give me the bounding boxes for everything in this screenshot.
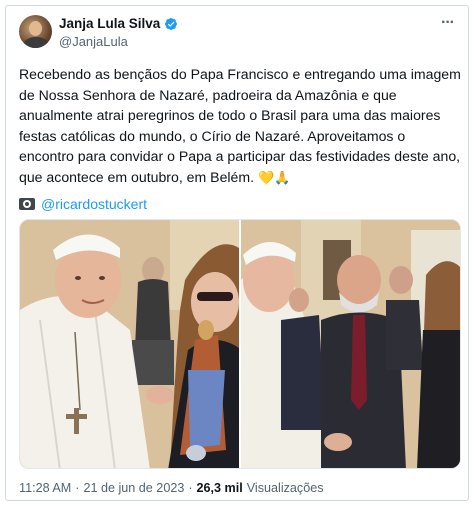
photo-1-illustration bbox=[20, 220, 239, 468]
footer-separator-1: · bbox=[75, 481, 80, 495]
author-display-name[interactable]: Janja Lula Silva bbox=[59, 16, 160, 31]
tweet-emojis: 💛🙏 bbox=[257, 169, 291, 185]
author-handle[interactable]: @JanjaLula bbox=[59, 34, 128, 49]
views-label: Visualizações bbox=[246, 481, 324, 495]
photo-credit: @ricardostuckert bbox=[19, 196, 147, 212]
author-avatar[interactable] bbox=[19, 15, 52, 48]
footer-separator-2: · bbox=[188, 481, 193, 495]
photo-credit-link[interactable]: @ricardostuckert bbox=[41, 196, 147, 212]
tweet-card[interactable]: Janja Lula Silva @JanjaLula ··· Recebend… bbox=[5, 5, 469, 501]
tweet-text: Recebendo as bençãos do Papa Francisco e… bbox=[19, 64, 461, 188]
tweet-date[interactable]: 21 de jun de 2023 bbox=[83, 481, 184, 495]
tweet-photo-1[interactable] bbox=[20, 220, 239, 468]
author-name-row[interactable]: Janja Lula Silva bbox=[59, 16, 178, 31]
camera-icon bbox=[19, 198, 35, 210]
tweet-time[interactable]: 11:28 AM bbox=[19, 481, 71, 495]
avatar-face bbox=[29, 21, 42, 36]
tweet-footer: 11:28 AM · 21 de jun de 2023 · 26,3 mil … bbox=[19, 481, 324, 495]
tweet-photo-2[interactable] bbox=[241, 220, 460, 468]
tweet-media[interactable] bbox=[19, 219, 461, 469]
views-count: 26,3 mil bbox=[196, 481, 243, 495]
avatar-shirt bbox=[23, 37, 49, 48]
photo-2-illustration bbox=[241, 220, 460, 468]
verified-badge-icon bbox=[165, 17, 178, 30]
more-options-icon[interactable]: ··· bbox=[441, 14, 455, 32]
tweet-body: Recebendo as bençãos do Papa Francisco e… bbox=[19, 66, 461, 185]
